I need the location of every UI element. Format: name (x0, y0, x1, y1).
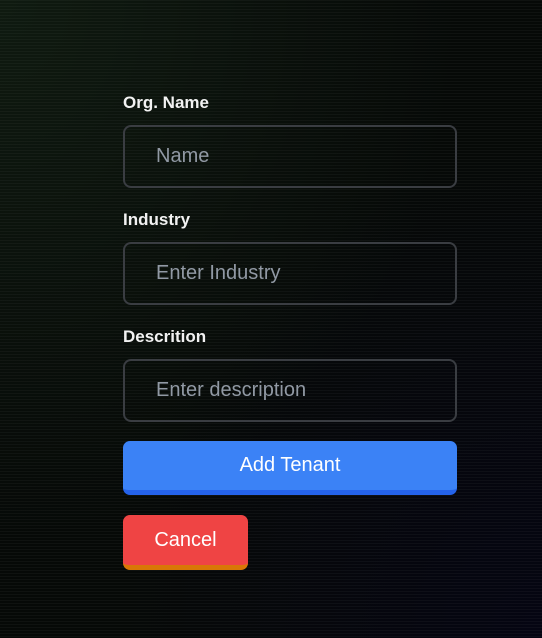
description-field-group: Descrition (123, 326, 457, 422)
add-tenant-button[interactable]: Add Tenant (123, 441, 457, 495)
description-label: Descrition (123, 327, 207, 346)
industry-input[interactable] (123, 242, 457, 305)
add-tenant-form: Org. Name Industry Descrition Add Tenant… (123, 92, 457, 570)
industry-field-group: Industry (123, 209, 457, 305)
cancel-button[interactable]: Cancel (123, 515, 248, 570)
org-name-field-group: Org. Name (123, 92, 457, 188)
org-name-label: Org. Name (123, 93, 209, 112)
industry-label: Industry (123, 210, 191, 229)
description-input[interactable] (123, 359, 457, 422)
org-name-input[interactable] (123, 125, 457, 188)
